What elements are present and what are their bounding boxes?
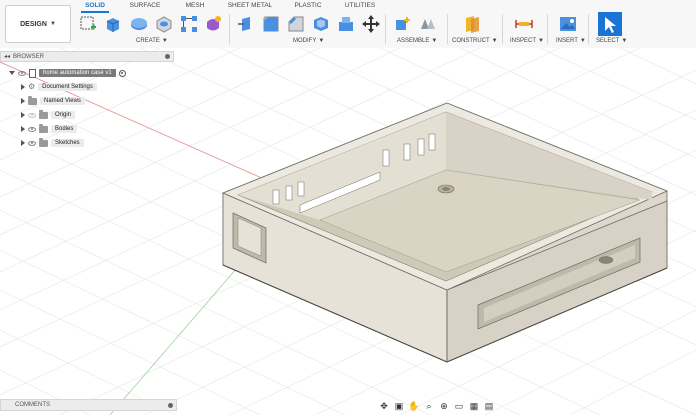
navigation-bar: ✥ ▣ ✋ ⌕ ⊕ ▭ ▦ ▤ [378,398,520,414]
root-component-label: home automation case v1 [39,69,116,77]
browser-title: BROWSER [13,53,45,60]
select-group-label[interactable]: SELECT ▼ [596,38,627,44]
hole-icon[interactable] [154,14,174,34]
pattern-icon[interactable] [179,14,199,34]
inspect-group-label[interactable]: INSPECT ▼ [510,38,544,44]
gear-icon: ⚙ [28,82,36,91]
collapse-panel-icon[interactable]: ◂◂ [1,53,13,60]
workspace-switcher-button[interactable]: DESIGN ▼ [5,5,71,43]
browser-item-document-settings[interactable]: ⚙ Document Settings [21,81,97,93]
shell-icon[interactable] [311,14,331,34]
enclosure-body [221,102,669,363]
fillet-icon[interactable] [261,14,281,34]
visibility-eye-icon[interactable] [28,112,36,118]
expand-triangle-icon[interactable] [9,71,15,75]
measure-icon[interactable] [514,14,534,34]
expand-triangle-icon[interactable] [21,112,25,118]
activate-component-icon[interactable] [118,69,126,77]
browser-item-label: Named Views [40,97,85,105]
look-at-icon[interactable]: ▣ [393,401,405,412]
combine-icon[interactable] [336,14,356,34]
panel-pin-icon[interactable] [168,403,173,408]
browser-item-label: Sketches [51,139,84,147]
create-sketch-icon[interactable] [78,14,98,34]
viewports-icon[interactable]: ▤ [483,401,495,412]
browser-item-label: Document Settings [38,83,97,91]
browser-root-item[interactable]: home automation case v1 [9,67,126,79]
assemble-group-label[interactable]: ASSEMBLE ▼ [397,38,437,44]
folder-icon [28,95,37,105]
comments-title: COMMENTS [15,402,50,408]
orbit-icon[interactable]: ✥ [378,401,390,412]
joint-icon[interactable] [418,14,438,34]
browser-item-sketches[interactable]: Sketches [21,137,84,149]
zoom-icon[interactable]: ⌕ [423,401,435,412]
expand-triangle-icon[interactable] [21,84,25,90]
tab-mesh[interactable]: MESH [180,1,210,11]
tab-utilities[interactable]: UTILITIES [342,1,378,11]
select-icon[interactable] [598,12,622,36]
folder-icon [39,109,48,119]
browser-item-bodies[interactable]: Bodies [21,123,78,135]
toolbar-divider [502,14,503,44]
toolbar-divider [547,14,548,44]
panel-pin-icon[interactable] [165,54,170,59]
new-component-icon[interactable] [393,14,413,34]
ribbon-toolbar: DESIGN ▼ SOLID SURFACE MESH SHEET METAL … [0,0,696,49]
tab-sheet-metal[interactable]: SHEET METAL [227,1,273,11]
visibility-eye-icon[interactable] [28,140,36,146]
browser-item-named-views[interactable]: Named Views [21,95,85,107]
viewport-canvas[interactable] [0,48,696,415]
revolve-icon[interactable] [129,14,149,34]
model-viewport [0,48,696,415]
browser-item-label: Bodies [51,125,78,133]
insert-image-icon[interactable] [558,14,578,34]
press-pull-icon[interactable] [236,14,256,34]
toolbar-divider [447,14,448,44]
toolbar-divider [229,14,230,44]
chamfer-icon[interactable] [286,14,306,34]
tab-solid[interactable]: SOLID [81,1,109,11]
offset-plane-icon[interactable] [462,14,482,34]
pan-icon[interactable]: ✋ [408,401,420,412]
toolbar-divider [588,14,589,44]
workspace-label: DESIGN [20,20,47,28]
insert-group-label[interactable]: INSERT ▼ [556,38,586,44]
move-copy-icon[interactable] [361,14,381,34]
fit-icon[interactable]: ⊕ [438,401,450,412]
browser-item-origin[interactable]: Origin [21,109,76,121]
create-form-icon[interactable] [203,14,223,34]
expand-triangle-icon[interactable] [21,140,25,146]
modify-group-label[interactable]: MODIFY ▼ [293,38,324,44]
browser-panel-header[interactable]: ◂◂ BROWSER [0,51,174,62]
expand-triangle-icon[interactable] [21,126,25,132]
folder-icon [39,123,48,133]
toolbar-divider [385,14,386,44]
tab-plastic[interactable]: PLASTIC [290,1,326,11]
comments-panel-header[interactable]: COMMENTS [0,399,177,411]
expand-triangle-icon[interactable] [21,98,25,104]
visibility-eye-icon[interactable] [28,126,36,132]
tab-surface[interactable]: SURFACE [127,1,163,11]
document-icon [29,68,36,78]
chevron-down-icon: ▼ [49,21,56,27]
construct-group-label[interactable]: CONSTRUCT ▼ [452,38,498,44]
grid-icon[interactable]: ▦ [468,401,480,412]
active-tab-indicator [81,11,109,13]
browser-item-label: Origin [51,111,76,119]
visibility-eye-icon[interactable] [18,70,26,76]
extrude-icon[interactable] [103,14,123,34]
display-settings-icon[interactable]: ▭ [453,401,465,412]
create-group-label[interactable]: CREATE ▼ [136,38,168,44]
folder-icon [39,137,48,147]
